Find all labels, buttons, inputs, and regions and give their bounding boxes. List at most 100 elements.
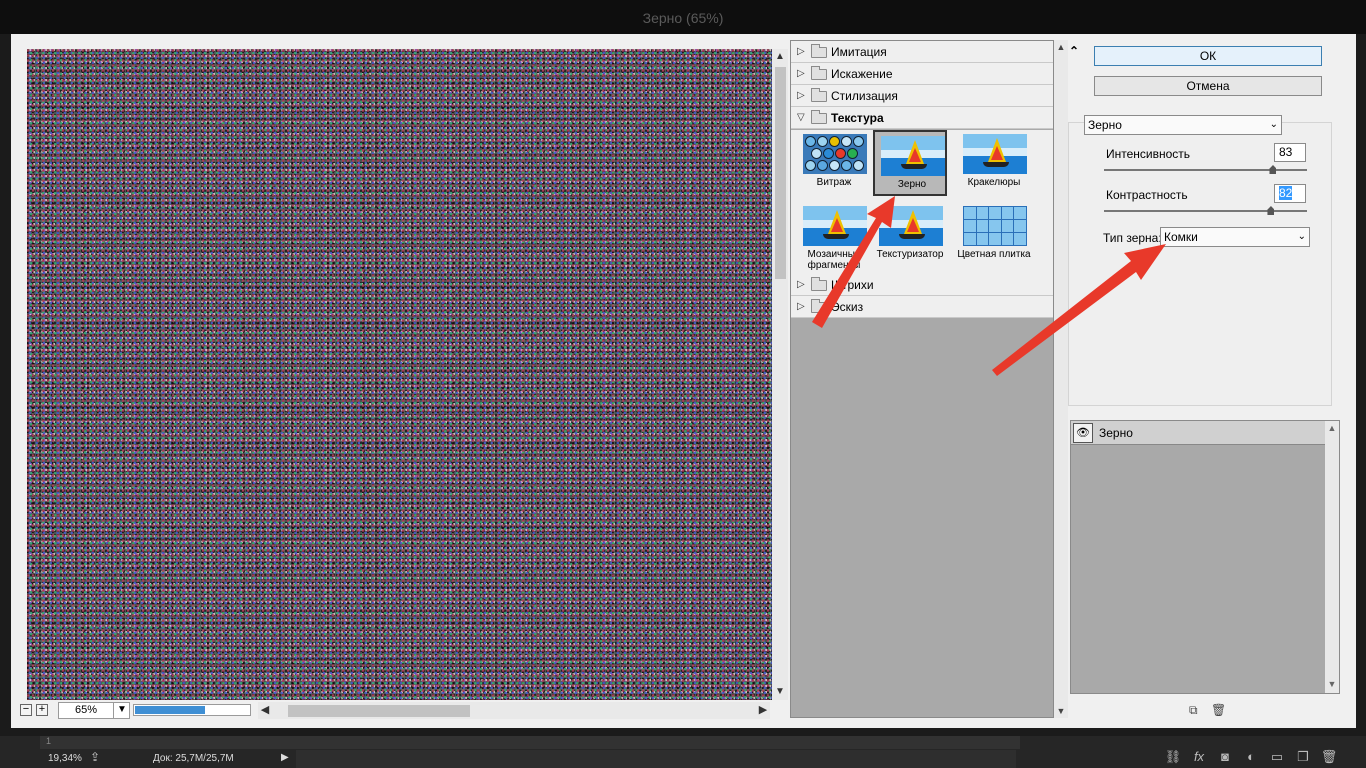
category-label: Стилизация — [831, 89, 898, 103]
folder-icon — [811, 44, 827, 58]
grain-type-label: Тип зерна: — [1103, 231, 1162, 245]
scroll-up-icon[interactable]: ▲ — [1054, 40, 1068, 54]
filter-thumb-texturizer[interactable]: Текстуризатор — [873, 202, 947, 268]
render-progress — [133, 704, 251, 716]
vitrazh-preview — [803, 134, 867, 174]
category-distortion[interactable]: ▷ Искажение — [791, 63, 1053, 85]
filter-thumb-label: Текстуризатор — [876, 249, 944, 260]
filter-thumb-mosaic[interactable]: Мозаичные фрагменты — [797, 202, 871, 271]
filter-thumb-label: Зерно — [897, 179, 927, 190]
expand-triangle-icon[interactable]: ▷ — [797, 301, 805, 312]
new-layer-icon[interactable]: ❐ — [1290, 749, 1316, 765]
link-icon[interactable]: ⛓ — [1160, 749, 1186, 765]
scroll-down-icon[interactable]: ▼ — [772, 684, 788, 700]
zoom-in-button[interactable]: + — [36, 704, 48, 716]
scroll-up-icon[interactable]: ▲ — [772, 49, 788, 65]
status-scroll-area — [296, 750, 1016, 768]
preview-vertical-scrollbar[interactable]: ▲ ▼ — [772, 49, 788, 700]
share-icon[interactable]: ⇪ — [90, 750, 106, 764]
status-zoom[interactable]: 19,34% — [48, 753, 82, 764]
scroll-down-icon[interactable]: ▼ — [1325, 679, 1339, 689]
effect-layer-row[interactable]: 👁 Зерно — [1071, 421, 1325, 445]
expand-triangle-icon[interactable]: ▷ — [797, 46, 805, 57]
intensity-slider-track[interactable] — [1104, 169, 1307, 171]
collapse-gallery-icon[interactable]: ⌃ — [1069, 44, 1079, 58]
preview-pane: ▲ ▼ — [18, 41, 790, 755]
new-effect-layer-icon[interactable]: ⧉ — [1189, 703, 1198, 718]
category-stylize[interactable]: ▷ Стилизация — [791, 85, 1053, 107]
scroll-down-icon[interactable]: ▼ — [1054, 704, 1068, 718]
category-label: Имитация — [831, 45, 887, 59]
contrast-value: 82 — [1279, 186, 1293, 200]
category-label: Штрихи — [831, 278, 874, 292]
eye-icon[interactable]: 👁 — [1073, 423, 1093, 443]
mask-icon[interactable]: ◙ — [1212, 749, 1238, 764]
adjustment-icon[interactable]: ◐ — [1238, 749, 1264, 764]
scroll-up-icon[interactable]: ▲ — [1325, 423, 1339, 433]
category-label: Текстура — [831, 111, 884, 125]
filter-thumb-label: Кракелюры — [967, 177, 1021, 188]
krakelyury-preview — [963, 134, 1027, 174]
scroll-thumb-horizontal[interactable] — [288, 705, 470, 717]
preview-controls: − + 65% ▼ ◀ ▶ — [18, 701, 770, 723]
intensity-input[interactable]: 83 — [1274, 143, 1306, 162]
mosaic-preview — [803, 206, 867, 246]
fx-icon[interactable]: fx — [1186, 749, 1212, 764]
status-doc-size: Док: 25,7M/25,7M — [153, 753, 234, 764]
filter-thumb-label: Цветная плитка — [957, 249, 1031, 260]
expand-triangle-icon[interactable]: ▷ — [797, 90, 805, 101]
contrast-slider-knob[interactable] — [1267, 206, 1275, 215]
contrast-slider-track[interactable] — [1104, 210, 1307, 212]
filter-thumb-vitrazh[interactable]: Витраж — [797, 130, 871, 196]
ruler: 1 — [40, 736, 1020, 749]
cancel-button[interactable]: Отмена — [1094, 76, 1322, 96]
preview-horizontal-scrollbar[interactable]: ◀ ▶ — [258, 702, 770, 719]
folder-icon — [811, 88, 827, 102]
expand-triangle-icon[interactable]: ▷ — [797, 279, 805, 290]
layers-scrollbar[interactable]: ▲ ▼ — [1325, 421, 1339, 693]
texturizer-preview — [879, 206, 943, 246]
filter-thumb-zerno[interactable]: Зерно — [873, 130, 947, 196]
trash-icon[interactable]: 🗑 — [1211, 703, 1226, 717]
play-icon[interactable]: ▶ — [281, 752, 289, 763]
category-texture[interactable]: ▽ Текстура — [791, 107, 1053, 129]
effect-layers-panel: 👁 Зерно ▲ ▼ — [1070, 420, 1340, 694]
scroll-left-icon[interactable]: ◀ — [258, 702, 272, 719]
chevron-down-icon[interactable]: ▼ — [113, 702, 130, 719]
contrast-input[interactable]: 82 — [1274, 184, 1306, 203]
preview-image[interactable] — [27, 49, 772, 700]
collapse-triangle-icon[interactable]: ▽ — [797, 112, 805, 123]
layers-toolbar: ⛓ fx ◙ ◐ ▭ ❐ 🗑 — [1160, 749, 1342, 765]
folder-open-icon — [811, 110, 827, 124]
category-sketch[interactable]: ▷ Эскиз — [791, 296, 1053, 318]
trash-icon[interactable]: 🗑 — [1316, 749, 1342, 765]
zerno-preview — [881, 136, 945, 176]
filter-thumb-krakelyury[interactable]: Кракелюры — [957, 130, 1031, 196]
category-strokes[interactable]: ▷ Штрихи — [791, 274, 1053, 296]
folder-icon — [811, 277, 827, 291]
contrast-label: Контрастность — [1106, 188, 1188, 202]
ok-button[interactable]: ОК — [1094, 46, 1322, 66]
intensity-slider-knob[interactable] — [1269, 165, 1277, 174]
chevron-down-icon: ⌄ — [1297, 231, 1306, 242]
filter-gallery-dialog: ▲ ▼ − + 65% ▼ ◀ ▶ ▷ Имитация ▷ Искажение… — [11, 34, 1356, 728]
color-tiles-preview — [963, 206, 1027, 246]
category-label: Искажение — [831, 67, 893, 81]
intensity-value: 83 — [1279, 145, 1293, 159]
zoom-out-button[interactable]: − — [20, 704, 32, 716]
scroll-thumb[interactable] — [775, 67, 786, 279]
filter-thumb-color-tiles[interactable]: Цветная плитка — [957, 202, 1031, 268]
filter-thumb-label: Витраж — [816, 177, 852, 188]
expand-triangle-icon[interactable]: ▷ — [797, 68, 805, 79]
scroll-right-icon[interactable]: ▶ — [756, 702, 770, 719]
folder-icon — [811, 299, 827, 313]
filter-thumb-label: Мозаичные фрагменты — [807, 249, 861, 271]
filter-list: ▷ Имитация ▷ Искажение ▷ Стилизация ▽ Те… — [790, 40, 1054, 718]
folder-icon[interactable]: ▭ — [1264, 749, 1290, 765]
category-imitation[interactable]: ▷ Имитация — [791, 41, 1053, 63]
intensity-label: Интенсивность — [1106, 147, 1191, 161]
grain-type-select[interactable]: Комки ⌄ — [1160, 227, 1310, 247]
filter-list-scrollbar[interactable]: ▲ ▼ — [1054, 40, 1068, 718]
filter-select-value: Зерно — [1088, 118, 1122, 132]
filter-select[interactable]: Зерно ⌄ — [1084, 115, 1282, 135]
